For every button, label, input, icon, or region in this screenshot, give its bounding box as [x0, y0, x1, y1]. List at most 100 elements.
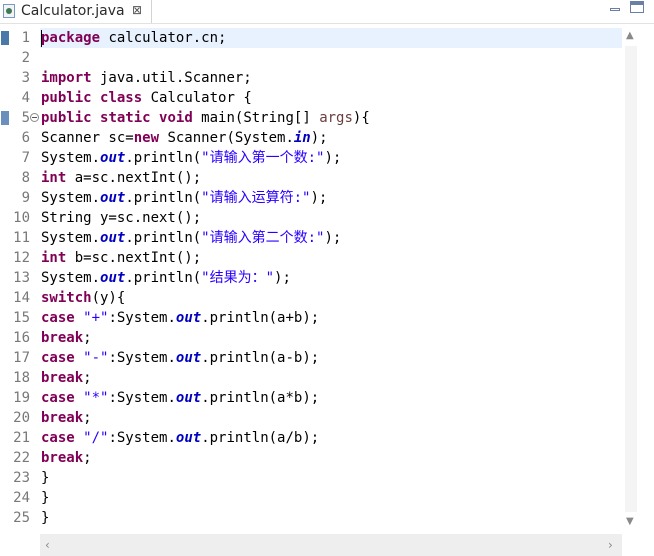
close-icon[interactable]: ⊠ [132, 3, 142, 17]
code-line: public class Calculator { [41, 88, 252, 108]
collapse-icon[interactable] [30, 113, 39, 122]
line-number: 1 [21, 30, 30, 46]
code-line: package calculator.cn; [41, 28, 226, 48]
code-line: System.out.println("结果为："); [41, 268, 291, 288]
code-token: .println(a-b); [201, 350, 320, 366]
line-number: 6 [21, 130, 30, 146]
line-number: 20 [13, 410, 30, 426]
code-line: case "+":System.out.println(a+b); [41, 308, 319, 328]
line-number: 18 [13, 370, 30, 386]
line-number: 23 [13, 470, 30, 486]
code-token: "请输入第一个数:" [201, 150, 325, 166]
code-line: break; [41, 408, 92, 428]
code-token: int [41, 170, 67, 186]
code-token: Scanner(System. [159, 130, 294, 146]
code-token: .println(a*b); [201, 390, 320, 406]
code-token: ; [83, 330, 92, 346]
code-token: :System. [108, 350, 176, 366]
code-token: out [100, 150, 126, 166]
line-number: 25 [13, 510, 30, 526]
code-token: Scanner sc= [41, 130, 134, 146]
code-token: .println( [125, 150, 202, 166]
code-token: "请输入第二个数:" [201, 230, 325, 246]
vertical-scroll-track[interactable] [625, 46, 637, 512]
code-token: out [175, 390, 202, 406]
code-text-area[interactable]: package calculator.cn; import java.util.S… [40, 24, 622, 532]
tab-title: Calculator.java [21, 3, 125, 19]
code-line: break; [41, 448, 92, 468]
scroll-down-icon[interactable]: ▼ [626, 516, 634, 527]
code-line: import java.util.Scanner; [41, 68, 252, 88]
code-token: "/" [83, 430, 109, 446]
code-token: String y=sc.next(); [41, 210, 202, 226]
code-token: "+" [83, 310, 109, 326]
code-line: String y=sc.next(); [41, 208, 201, 228]
line-number: 11 [13, 230, 30, 246]
code-token: "*" [83, 390, 109, 406]
code-line: int b=sc.nextInt(); [41, 248, 201, 268]
code-token: System. [41, 270, 101, 286]
code-line: System.out.println("请输入运算符:"); [41, 188, 327, 208]
code-token: System. [41, 150, 101, 166]
line-number: 22 [13, 450, 30, 466]
line-number: 4 [21, 90, 30, 106]
code-line: int a=sc.nextInt(); [41, 168, 201, 188]
code-line: break; [41, 328, 92, 348]
code-token: :System. [108, 390, 176, 406]
code-token: case [41, 390, 75, 406]
code-token: (y){ [91, 290, 126, 306]
code-token: int [41, 250, 67, 266]
line-number: 9 [21, 190, 30, 206]
code-token: new [133, 130, 160, 146]
line-number: 17 [13, 350, 30, 366]
line-number: 5 [21, 110, 30, 126]
code-token: "-" [83, 350, 109, 366]
code-token: Calculator { [142, 90, 252, 106]
overview-ruler [0, 24, 10, 532]
code-token: ); [324, 150, 342, 166]
scroll-up-icon[interactable]: ▲ [626, 30, 634, 41]
code-token: } [41, 510, 50, 526]
code-token: "请输入运算符:" [201, 190, 311, 206]
minimize-icon[interactable] [608, 1, 622, 13]
code-line: } [41, 468, 49, 488]
code-line: switch(y){ [41, 288, 125, 308]
code-token: "结果为：" [201, 270, 275, 286]
vertical-scrollbar[interactable]: ▲ ▼ [622, 24, 640, 532]
java-file-icon [3, 4, 15, 18]
code-token: class [100, 90, 143, 106]
code-token: case [41, 350, 75, 366]
code-token: } [41, 490, 50, 506]
code-token: break [41, 370, 84, 386]
code-token: import [41, 70, 92, 86]
line-number: 2 [21, 50, 30, 66]
horizontal-scrollbar[interactable]: ‹ › [40, 534, 622, 556]
maximize-icon[interactable] [630, 1, 644, 13]
code-line: System.out.println("请输入第一个数:"); [41, 148, 341, 168]
code-token: void [159, 110, 193, 126]
line-number-gutter: 1 2 3 4 5 6 7 8 9 10 11 12 13 14 15 16 17 18 19 20 21 22 23 24 2… [10, 24, 40, 532]
text-caret [41, 30, 42, 47]
code-token: ); [310, 190, 328, 206]
code-token: out [175, 350, 202, 366]
code-token: main(String[] [192, 110, 320, 126]
scroll-right-icon[interactable]: › [608, 538, 613, 552]
code-editor: 1 2 3 4 5 6 7 8 9 10 11 12 13 14 15 16 17 18 19 20 21 22 23 24 2… [0, 24, 654, 556]
code-token: :System. [108, 430, 176, 446]
scroll-left-icon[interactable]: ‹ [45, 538, 50, 552]
code-token: :System. [108, 310, 176, 326]
code-token: break [41, 330, 84, 346]
code-token: out [175, 430, 202, 446]
code-token: a=sc.nextInt(); [66, 170, 202, 186]
code-line: break; [41, 368, 92, 388]
code-line: Scanner sc=new Scanner(System.in); [41, 128, 328, 148]
tab-calculator-java[interactable]: Calculator.java ⊠ [0, 0, 152, 23]
code-token: in [293, 130, 311, 146]
line-number: 16 [13, 330, 30, 346]
code-token: ; [83, 410, 92, 426]
